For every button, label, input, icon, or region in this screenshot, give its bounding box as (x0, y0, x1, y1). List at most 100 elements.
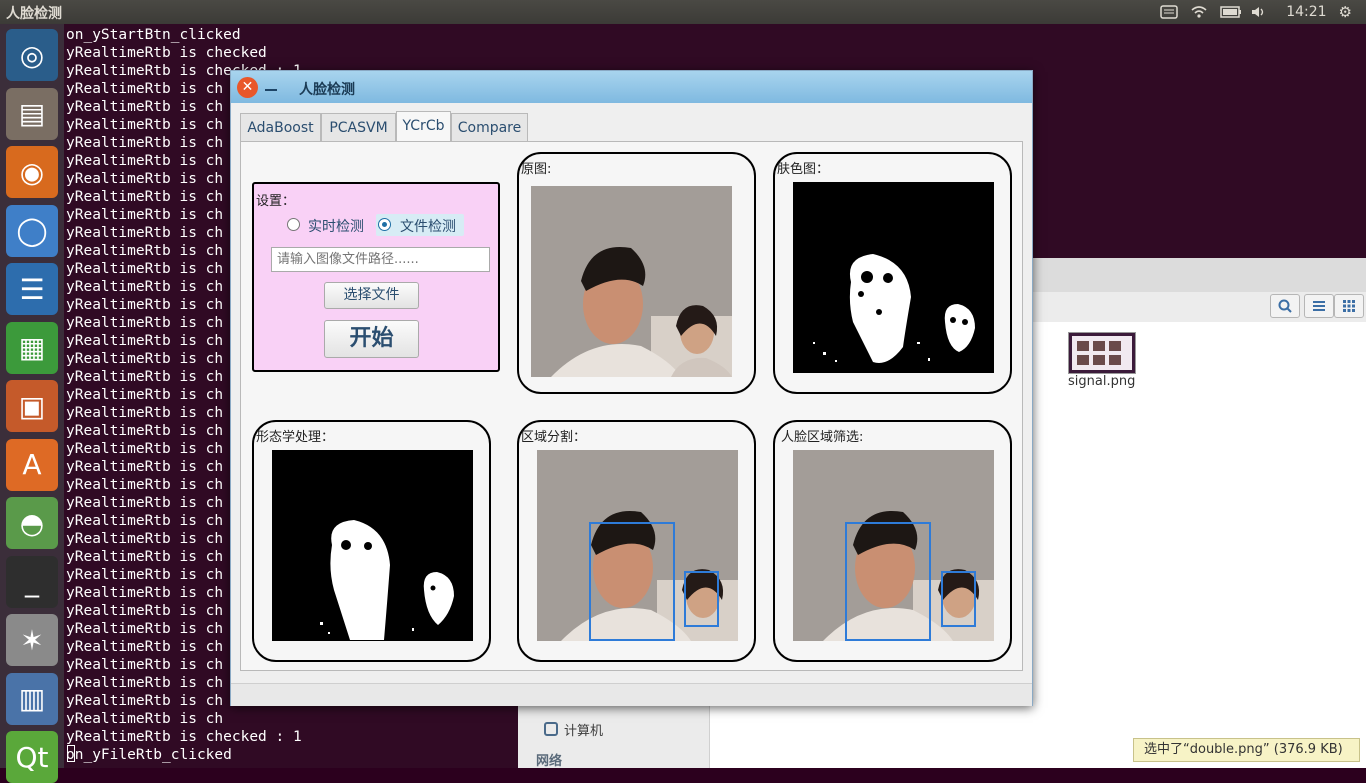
morphology-label: 形态学处理： (256, 430, 335, 445)
choose-file-button[interactable]: 选择文件 (324, 282, 419, 309)
impress-icon: ▣ (18, 389, 46, 423)
face-box-1 (845, 522, 931, 641)
region-segmentation-panel: 区域分割： (517, 420, 756, 662)
grid-view-button[interactable] (1334, 294, 1364, 318)
start-button[interactable]: 开始 (324, 320, 419, 358)
tab-compare[interactable]: Compare (451, 113, 528, 141)
terminal-line: yRealtimeRtb is ch (66, 585, 224, 601)
skin-color-label: 肤色图： (777, 162, 830, 177)
qt-app-icon: ◓ (19, 506, 45, 540)
minimize-button[interactable] (265, 89, 277, 91)
terminal-line: yRealtimeRtb is ch (66, 675, 224, 691)
list-view-button[interactable] (1304, 294, 1334, 318)
launcher: ◎ ▤ ◉ ◯ ☰ ▦ ▣ A ◓ _ ✶ ▥ Qt (0, 24, 64, 783)
launcher-qt-app[interactable]: ◓ (6, 497, 58, 549)
original-image-panel: 原图: (517, 152, 756, 394)
terminal-line: yRealtimeRtb is ch (66, 711, 224, 727)
terminal-line: yRealtimeRtb is ch (66, 279, 224, 295)
launcher-software-center[interactable]: A (6, 438, 58, 491)
launcher-files[interactable]: ▤ (6, 87, 58, 140)
volume-icon[interactable] (1250, 5, 1268, 19)
top-panel: 人脸检测 14:21 ⚙ (0, 0, 1366, 24)
keyboard-icon[interactable] (1160, 5, 1178, 19)
terminal-line: yRealtimeRtb is ch (66, 441, 224, 457)
chromium-icon: ◯ (16, 214, 48, 247)
file-radio-label[interactable]: 文件检测 (400, 216, 456, 236)
active-window-title: 人脸检测 (6, 6, 62, 22)
launcher-terminal[interactable]: _ (6, 555, 58, 608)
launcher-calc[interactable]: ▦ (6, 321, 58, 374)
face-box-2 (684, 571, 719, 627)
terminal-line: yRealtimeRtb is ch (66, 117, 224, 133)
terminal-line: yRealtimeRtb is ch (66, 207, 224, 223)
terminal-line: yRealtimeRtb is ch (66, 603, 224, 619)
list-icon (1313, 301, 1325, 311)
tab-ycrcb[interactable]: YCrCb (396, 111, 451, 142)
face-box-1 (589, 522, 675, 641)
launcher-system-settings[interactable]: ✶ (6, 614, 58, 666)
file-path-input[interactable] (271, 247, 490, 272)
file-radio[interactable] (378, 218, 391, 231)
terminal-line: yRealtimeRtb is ch (66, 531, 224, 547)
settings-group: 设置： 实时检测 文件检测 选择文件 开始 (252, 182, 500, 372)
terminal-line: yRealtimeRtb is ch (66, 225, 224, 241)
launcher-writer[interactable]: ☰ (6, 263, 58, 315)
terminal-line: yRealtimeRtb is ch (66, 459, 224, 475)
face-detection-window: ✕ 人脸检测 AdaBoost PCASVM YCrCb Compare 设置：… (230, 70, 1033, 706)
tab-pcasvm[interactable]: PCASVM (321, 113, 396, 141)
terminal-line: yRealtimeRtb is ch (66, 153, 224, 169)
terminal-line: yRealtimeRtb is ch (66, 621, 224, 637)
terminal-line: yRealtimeRtb is ch (66, 567, 224, 583)
window-title: 人脸检测 (299, 82, 355, 98)
ubuntu-dash-icon: ◎ (19, 38, 45, 72)
face-filter-label: 人脸区域筛选: (781, 430, 864, 445)
wifi-icon[interactable] (1190, 5, 1208, 19)
original-image (531, 186, 732, 377)
grid-icon (1343, 300, 1355, 312)
realtime-radio[interactable] (287, 218, 300, 231)
terminal-line: yRealtimeRtb is ch (66, 549, 224, 565)
terminal-line: on_yStartBtn_clicked (66, 27, 241, 43)
clock[interactable]: 14:21 (1286, 4, 1326, 20)
search-button[interactable] (1270, 294, 1300, 318)
file-name-label[interactable]: signal.png (1068, 374, 1135, 389)
terminal-line: yRealtimeRtb is ch (66, 189, 224, 205)
terminal-line: yRealtimeRtb is ch (66, 351, 224, 367)
launcher-chromium[interactable]: ◯ (6, 204, 58, 257)
computer-icon (544, 722, 558, 736)
terminal-line: yRealtimeRtb is ch (66, 657, 224, 673)
launcher-firefox[interactable]: ◉ (6, 146, 58, 198)
terminal-line: yRealtimeRtb is ch (66, 135, 224, 151)
launcher-qt-creator[interactable]: Qt (6, 731, 58, 783)
battery-icon[interactable] (1220, 5, 1242, 19)
launcher-workspace-switcher[interactable]: ▥ (6, 672, 58, 725)
region-segmentation-label: 区域分割： (521, 430, 587, 445)
terminal-line: yRealtimeRtb is ch (66, 369, 224, 385)
writer-icon: ☰ (19, 272, 45, 306)
window-titlebar[interactable]: ✕ 人脸检测 (231, 71, 1032, 103)
gear-icon[interactable]: ⚙ (1339, 3, 1352, 21)
realtime-radio-label[interactable]: 实时检测 (308, 216, 364, 236)
close-button[interactable]: ✕ (237, 77, 258, 98)
system-tray: 14:21 ⚙ (1160, 0, 1366, 24)
terminal-line: yRealtimeRtb is ch (66, 261, 224, 277)
tab-adaboost[interactable]: AdaBoost (240, 113, 321, 141)
terminal-line: on_yFileRtb_clicked (66, 747, 232, 763)
face-box-2 (941, 571, 976, 627)
file-thumbnail[interactable] (1068, 332, 1136, 374)
sidebar-item-computer[interactable]: 计算机 (564, 720, 603, 739)
terminal-icon: _ (25, 565, 39, 598)
window-statusbar (231, 683, 1032, 706)
skin-color-panel: 肤色图： (773, 152, 1012, 394)
sidebar-section-network[interactable]: 网络 (536, 750, 562, 769)
terminal-line: yRealtimeRtb is ch (66, 513, 224, 529)
terminal-line: yRealtimeRtb is ch (66, 243, 224, 259)
terminal-cursor (67, 745, 75, 762)
qt-creator-icon: Qt (15, 740, 49, 774)
terminal-line: yRealtimeRtb is checked (66, 45, 267, 61)
launcher-impress[interactable]: ▣ (6, 380, 58, 432)
software-center-icon: A (22, 448, 42, 481)
launcher-ubuntu-dash[interactable]: ◎ (6, 29, 58, 81)
terminal-line: yRealtimeRtb is ch (66, 495, 224, 511)
terminal-line: yRealtimeRtb is ch (66, 81, 224, 97)
